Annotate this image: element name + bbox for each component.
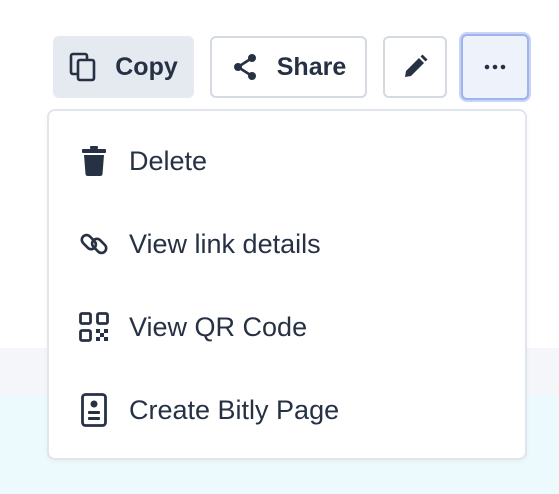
trash-icon <box>79 143 109 179</box>
link-icon <box>79 226 109 262</box>
menu-item-create-bitly-page[interactable]: Create Bitly Page <box>49 380 525 440</box>
share-button-label: Share <box>276 52 347 81</box>
menu-item-label: Delete <box>129 145 208 176</box>
menu-item-label: View link details <box>129 228 321 259</box>
copy-button-label: Copy <box>115 52 178 81</box>
menu-item-view-qr-code[interactable]: View QR Code <box>49 297 525 357</box>
link-actions-toolbar: Copy Share <box>0 34 559 100</box>
edit-button[interactable] <box>383 36 447 98</box>
more-options-button[interactable] <box>461 34 529 100</box>
menu-item-label: Create Bitly Page <box>129 394 340 425</box>
pencil-icon <box>401 53 429 81</box>
copy-button[interactable]: Copy <box>53 36 194 98</box>
menu-item-delete[interactable]: Delete <box>49 131 525 191</box>
menu-item-label: View QR Code <box>129 311 308 342</box>
more-options-menu: Delete View link details View QR Code Cr… <box>47 109 527 460</box>
share-icon <box>231 53 259 81</box>
copy-icon <box>69 52 97 82</box>
share-button[interactable]: Share <box>210 36 367 98</box>
menu-item-view-link-details[interactable]: View link details <box>49 214 525 274</box>
page-icon <box>79 392 109 428</box>
qr-code-icon <box>79 309 109 345</box>
ellipsis-icon <box>483 63 507 71</box>
